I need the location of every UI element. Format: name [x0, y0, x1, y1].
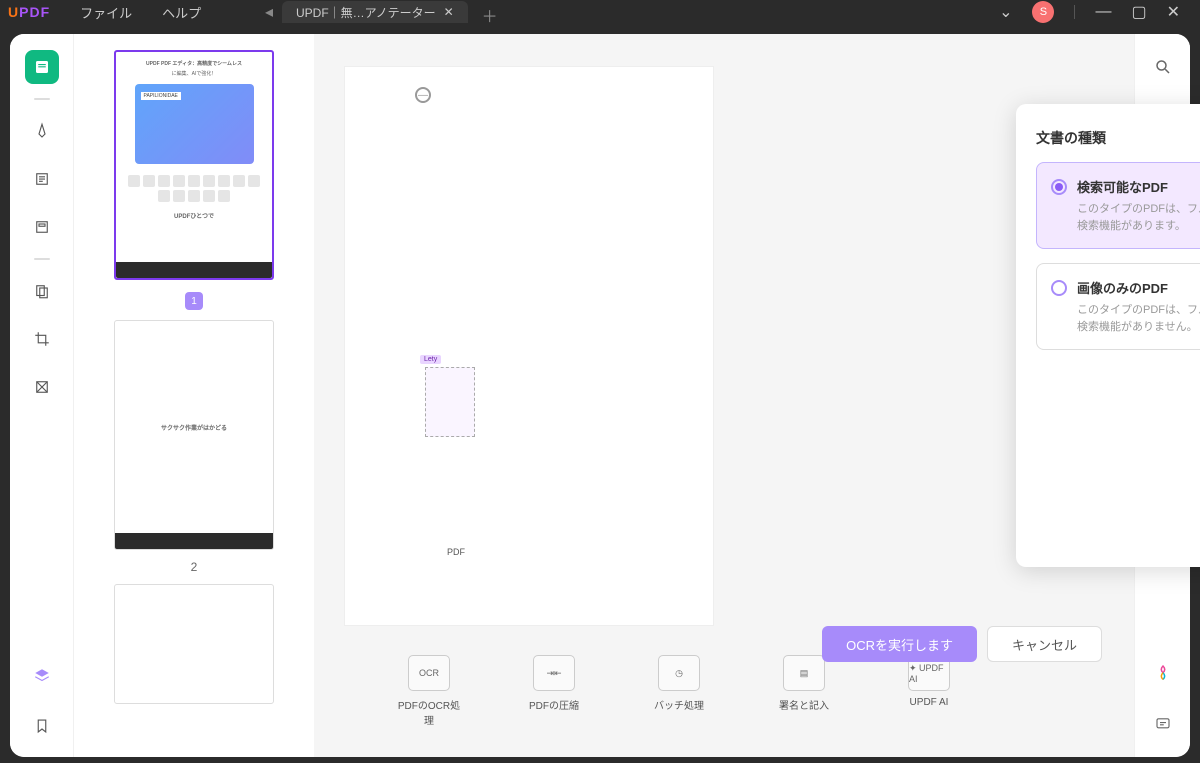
run-ocr-button[interactable]: OCRを実行します: [822, 626, 977, 662]
annotate-pen-icon[interactable]: [25, 114, 59, 148]
thumbnail-page-3[interactable]: [114, 584, 274, 704]
avatar[interactable]: S: [1032, 1, 1054, 23]
reader-mode-icon[interactable]: [25, 50, 59, 84]
menu-help[interactable]: ヘルプ: [162, 3, 201, 22]
tab-current[interactable]: UPDF｜無…アノテーター ✕: [282, 1, 468, 23]
window-controls: ⌄ S — ▢ ✕: [999, 0, 1200, 24]
doc-type-label: 検索可能なPDF: [1077, 177, 1200, 196]
close-icon[interactable]: ✕: [1167, 2, 1180, 22]
layers-icon[interactable]: [25, 659, 59, 693]
sign-icon: ▤: [783, 655, 825, 691]
menubar: ファイル ヘルプ: [80, 3, 201, 22]
thumbnail-page-1[interactable]: UPDF PDF エディタ：高精度でシームレス に編集、AIで強化！ UPDFひ…: [114, 50, 274, 280]
bookmark-icon[interactable]: [25, 709, 59, 743]
preview-pdf-label: PDF: [447, 547, 465, 557]
separator: [34, 98, 50, 100]
ocr-left-column: 文書の種類 検索可能なPDF このタイプのPDFは、フルテキスト検索機能がありま…: [1016, 104, 1200, 567]
tab-add-icon[interactable]: ＋: [482, 3, 500, 21]
thumb-foot-text: UPDFひとつで: [174, 211, 214, 220]
thumb-title: UPDF PDF エディタ：高精度でシームレス: [146, 60, 242, 67]
thumbnail-panel: UPDF PDF エディタ：高精度でシームレス に編集、AIで強化！ UPDFひ…: [74, 34, 314, 757]
tab-prev-icon[interactable]: ◂: [260, 3, 278, 21]
qa-sign[interactable]: ▤署名と記入: [769, 655, 839, 727]
maximize-icon[interactable]: ▢: [1131, 2, 1146, 22]
divider: [1074, 5, 1075, 19]
search-icon[interactable]: [1148, 52, 1178, 82]
thumb-sub: に編集、AIで強化！: [172, 70, 217, 77]
page-badge-1: 1: [185, 292, 203, 310]
tabs-row: ◂ UPDF｜無…アノテーター ✕ ＋: [260, 0, 500, 24]
ocr-icon: OCR: [408, 655, 450, 691]
page-number-2: 2: [191, 560, 198, 574]
menu-file[interactable]: ファイル: [80, 3, 132, 22]
batch-icon: ◷: [658, 655, 700, 691]
minimize-icon[interactable]: —: [1095, 3, 1111, 21]
compress-icon: ⇥⇤: [533, 655, 575, 691]
object-label: Lety: [420, 355, 441, 364]
updf-ai-icon[interactable]: [1148, 657, 1178, 687]
bottom-left-icons: [10, 659, 74, 743]
thumbnail-page-2[interactable]: サクサク作業がはかどる: [114, 320, 274, 550]
collapse-icon[interactable]: —: [415, 87, 431, 103]
ocr-panel: 文書の種類 検索可能なPDF このタイプのPDFは、フルテキスト検索機能がありま…: [1016, 104, 1200, 567]
left-toolbar: [10, 34, 74, 757]
comment-icon[interactable]: [1148, 709, 1178, 739]
radio-image-only[interactable]: [1051, 280, 1067, 296]
qa-ai[interactable]: ✦ UPDF AIUPDF AI: [894, 655, 964, 727]
ocr-actions: OCRを実行します キャンセル: [822, 626, 1102, 662]
quick-actions: OCRPDFのOCR処理 ⇥⇤PDFの圧縮 ◷バッチ処理 ▤署名と記入 ✦ UP…: [394, 655, 964, 727]
doc-type-desc: このタイプのPDFは、フルテキスト検索機能があります。: [1077, 201, 1200, 234]
organize-pages-icon[interactable]: [25, 274, 59, 308]
cancel-button[interactable]: キャンセル: [987, 626, 1102, 662]
doc-type-title: 文書の種類: [1036, 128, 1200, 148]
radio-searchable[interactable]: [1051, 179, 1067, 195]
edit-text-icon[interactable]: [25, 162, 59, 196]
crop-icon[interactable]: [25, 322, 59, 356]
qa-ocr[interactable]: OCRPDFのOCR処理: [394, 655, 464, 727]
redact-icon[interactable]: [25, 370, 59, 404]
doc-type-desc: このタイプのPDFは、フルテキスト検索機能がありません。: [1077, 302, 1200, 335]
tab-close-icon[interactable]: ✕: [444, 5, 454, 19]
qa-compress[interactable]: ⇥⇤PDFの圧縮: [519, 655, 589, 727]
selected-object[interactable]: [425, 367, 475, 437]
tab-title: UPDF｜無…アノテーター: [296, 4, 436, 21]
qa-batch[interactable]: ◷バッチ処理: [644, 655, 714, 727]
doc-type-searchable[interactable]: 検索可能なPDF このタイプのPDFは、フルテキスト検索機能があります。: [1036, 162, 1200, 249]
chevron-down-icon[interactable]: ⌄: [999, 2, 1012, 22]
form-icon[interactable]: [25, 210, 59, 244]
thumb-center: サクサク作業がはかどる: [161, 423, 227, 432]
doc-type-label: 画像のみのPDF: [1077, 278, 1200, 297]
doc-type-image-only[interactable]: 画像のみのPDF このタイプのPDFは、フルテキスト検索機能がありません。: [1036, 263, 1200, 350]
separator: [34, 258, 50, 260]
app-logo: UPDF: [8, 4, 50, 20]
